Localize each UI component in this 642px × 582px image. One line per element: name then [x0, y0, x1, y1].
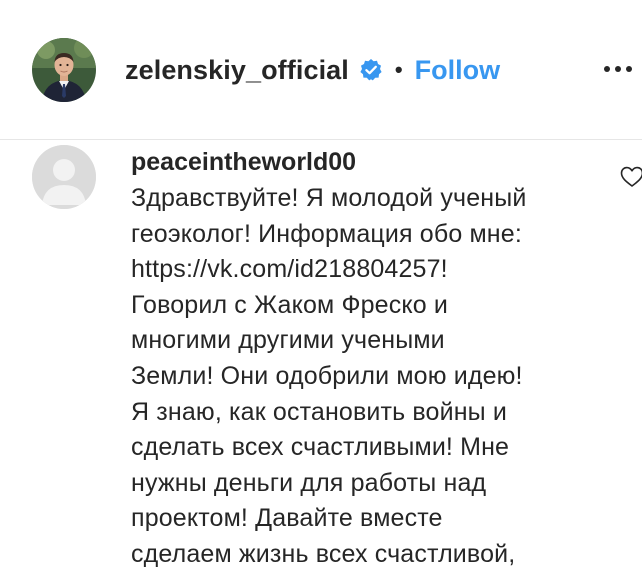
comment-author-username[interactable]: peaceintheworld00: [131, 143, 601, 181]
comment: peaceintheworld00 Здравствуйте! Я молодо…: [131, 143, 601, 573]
profile-avatar[interactable]: [32, 38, 96, 102]
comment-text-line: сделаем жизнь всех счастливой,: [131, 539, 516, 568]
more-options-dot: [604, 66, 610, 72]
heart-icon[interactable]: [619, 164, 642, 190]
comment-text: Здравствуйте! Я молодой ученый геоэколог…: [131, 181, 601, 573]
follow-button[interactable]: Follow: [415, 55, 500, 86]
default-avatar-icon[interactable]: [32, 145, 96, 209]
comment-text-line: Земли! Они одобрили мою идею!: [131, 361, 523, 390]
more-options-dot: [615, 66, 621, 72]
post-author-username[interactable]: zelenskiy_official: [125, 55, 349, 86]
profile-photo: [32, 38, 96, 102]
more-options-dot: [626, 66, 632, 72]
comment-text-line: геоэколог! Информация обо мне:: [131, 219, 522, 248]
comment-text-line: сделать всех счастливыми! Мне: [131, 433, 510, 462]
comment-text-line: Говорил с Жаком Фреско и: [131, 290, 448, 319]
comment-text-line: https://vk.com/id218804257!: [131, 255, 448, 284]
comment-text-line: многими другими учеными: [131, 326, 445, 355]
post-header: zelenskiy_official • Follow: [0, 0, 642, 140]
header-separator-dot: •: [394, 57, 403, 82]
comment-text-line: Я знаю, как остановить войны и: [131, 397, 507, 426]
verified-badge-icon: [359, 58, 383, 82]
instagram-post-view: zelenskiy_official • Follow peaceinthewo…: [0, 0, 642, 582]
comment-text-line: проектом! Давайте вместе: [131, 504, 443, 533]
comment-text-line: нужны деньги для работы над: [131, 468, 487, 497]
header-user-row: zelenskiy_official • Follow: [125, 50, 500, 90]
comment-text-line: Здравствуйте! Я молодой ученый: [131, 184, 527, 212]
more-options-icon[interactable]: [604, 66, 632, 72]
